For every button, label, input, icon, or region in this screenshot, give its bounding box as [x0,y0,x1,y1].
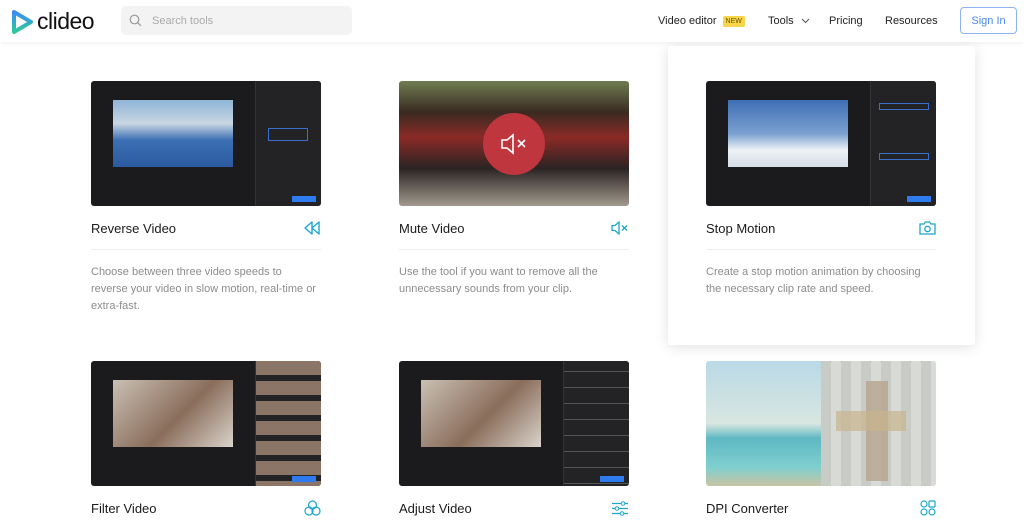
dpi-converter-thumbnail [706,361,936,486]
nav-video-editor[interactable]: Video editor NEW [658,0,745,42]
search-icon [129,14,142,27]
filter-video-thumbnail [91,361,321,486]
mute-overlay-button [483,113,545,175]
mute-icon [501,133,526,155]
card-title: Reverse Video [91,220,177,236]
sign-in-button[interactable]: Sign In [960,7,1017,34]
search-input[interactable]: Search tools [121,6,352,35]
card-description: Use the tool if you want to remove all t… [399,266,598,295]
mute-video-thumbnail [399,81,629,206]
card-title: Stop Motion [706,220,776,236]
tool-card-dpi-converter[interactable]: DPI Converter [706,361,936,516]
nav-tools-label: Tools [768,15,794,27]
tool-card-filter-video[interactable]: Filter Video [91,361,321,516]
play-logo-icon [12,9,33,34]
card-description: Create a stop motion animation by choosi… [706,266,921,295]
stop-motion-thumbnail [706,81,936,206]
card-description: Choose between three video speeds to rev… [91,266,316,312]
tool-card-stop-motion[interactable]: Stop Motion Create a stop motion animati… [706,81,936,298]
card-title: Mute Video [399,220,465,236]
card-title: DPI Converter [706,500,789,516]
nav-tools[interactable]: Tools [768,0,810,42]
camera-icon [919,221,936,235]
tool-card-mute-video[interactable]: Mute Video Use the tool if you want to r… [399,81,629,298]
nav-pricing[interactable]: Pricing [829,0,863,42]
nav-video-editor-label: Video editor [658,15,717,27]
sliders-icon [612,500,628,516]
card-title: Filter Video [91,500,157,516]
divider [399,249,629,250]
new-badge: NEW [722,15,745,27]
card-title: Adjust Video [399,500,472,516]
rewind-icon [304,221,320,235]
filter-icon [304,500,321,516]
nav-resources[interactable]: Resources [885,0,938,42]
divider [91,249,321,250]
divider [706,249,936,250]
logo[interactable]: clideo [11,8,95,35]
header: clideo Search tools Video editor NEW Tool… [0,0,1024,42]
chevron-down-icon [801,18,810,24]
search-placeholder: Search tools [152,14,214,27]
logo-text: clideo [37,8,95,34]
grid-icon [920,500,936,516]
tool-card-adjust-video[interactable]: Adjust Video [399,361,629,516]
adjust-video-thumbnail [399,361,629,486]
tool-card-reverse-video[interactable]: Reverse Video Choose between three video… [91,81,321,315]
reverse-video-thumbnail [91,81,321,206]
mute-icon [611,221,628,235]
